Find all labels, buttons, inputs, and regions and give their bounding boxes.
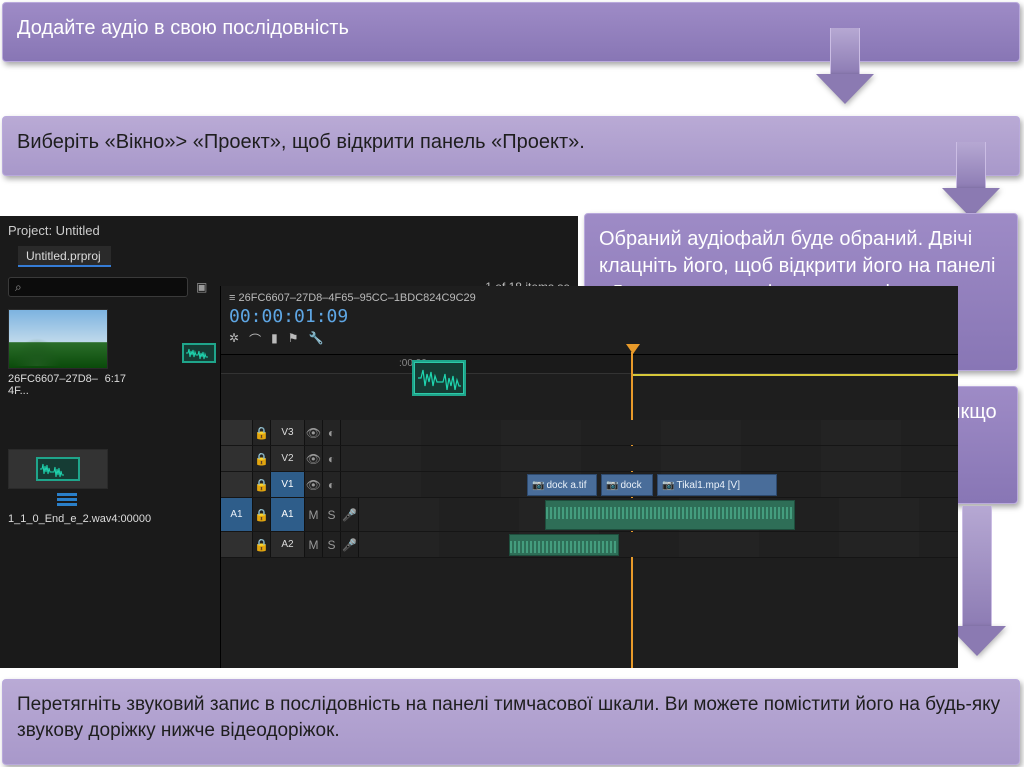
link-icon[interactable]: ⌒	[249, 331, 261, 348]
solo-icon[interactable]: S	[323, 498, 341, 531]
step-2-box: Виберіть «Вікно»> «Проект», щоб відкрити…	[2, 116, 1020, 176]
sync-lock-icon[interactable]: ◐	[323, 420, 341, 445]
step-5-box: Перетягніть звуковий запис в послідовніс…	[2, 679, 1020, 765]
clip-2-dur: 4:00000	[111, 513, 151, 525]
eye-icon[interactable]: 👁	[305, 420, 323, 445]
audio-clip-a1[interactable]	[545, 500, 795, 530]
clip-2-thumb	[8, 449, 108, 489]
lock-icon[interactable]: 🔒	[253, 420, 271, 445]
work-area-bar[interactable]	[631, 374, 958, 376]
track-label-v2[interactable]: V2	[271, 446, 305, 471]
folder-icon[interactable]: ▣	[196, 280, 207, 294]
search-input[interactable]: ⌕	[8, 277, 188, 297]
sequence-name: 26FC6607–27D8–4F65–95CC–1BDC824C9C29	[238, 292, 475, 304]
lock-icon[interactable]: 🔒	[253, 472, 271, 497]
time-ruler[interactable]: :00:00	[221, 354, 958, 374]
voiceover-icon[interactable]: 🎤	[341, 498, 359, 531]
timeline-panel: ≡ 26FC6607–27D8–4F65–95CC–1BDC824C9C29 0…	[220, 286, 958, 668]
track-label-v1[interactable]: V1	[271, 472, 305, 497]
track-content-v1[interactable]: 📷dock a.tif 📷dock 📷Tikal1.mp4 [V]	[341, 472, 958, 497]
clip-1-name: 26FC6607–27D8–4F...	[8, 373, 105, 397]
track-label-a2[interactable]: A2	[271, 532, 305, 557]
video-clip-dock2[interactable]: 📷dock	[601, 474, 653, 496]
video-clip-dock1[interactable]: 📷dock a.tif	[527, 474, 597, 496]
eye-icon[interactable]: 👁	[305, 472, 323, 497]
marker-icon[interactable]: ▮	[271, 331, 278, 348]
audio-waveform-icon	[36, 457, 80, 481]
lock-icon[interactable]: 🔒	[253, 532, 271, 557]
src-patch-v3[interactable]	[221, 420, 253, 445]
audio-waveform-icon	[182, 343, 216, 363]
track-v1: 🔒 V1 👁 ◐ 📷dock a.tif 📷dock 📷Tikal1.mp4 […	[221, 472, 958, 498]
snap-icon[interactable]: ✲	[229, 331, 239, 348]
arrow-2	[942, 142, 1000, 218]
lock-icon[interactable]: 🔒	[253, 498, 271, 531]
arrow-1	[816, 28, 874, 104]
src-patch-a1[interactable]: A1	[221, 498, 253, 531]
timeline-tool-icons: ✲ ⌒ ▮ ⚑ 🔧	[221, 331, 958, 354]
step-2-text: Виберіть «Вікно»> «Проект», щоб відкрити…	[17, 131, 585, 153]
src-patch-v2[interactable]	[221, 446, 253, 471]
eye-icon[interactable]: 👁	[305, 446, 323, 471]
video-clip-tikal[interactable]: 📷Tikal1.mp4 [V]	[657, 474, 777, 496]
track-content-v2[interactable]	[341, 446, 958, 471]
sync-lock-icon[interactable]: ◐	[323, 472, 341, 497]
track-label-v3[interactable]: V3	[271, 420, 305, 445]
clip-2[interactable]: 1_1_0_End_e_2.wav 4:00000	[8, 449, 126, 525]
track-v2: 🔒 V2 👁 ◐	[221, 446, 958, 472]
track-content-a1[interactable]	[359, 498, 958, 531]
lock-icon[interactable]: 🔒	[253, 446, 271, 471]
mute-icon[interactable]: M	[305, 498, 323, 531]
src-patch-v1[interactable]	[221, 472, 253, 497]
clip-1-dur: 6:17	[105, 373, 126, 397]
selected-audio-thumb[interactable]	[412, 360, 466, 396]
premiere-panel: Project: Untitled Untitled.prproj ⌕ ▣ 1 …	[0, 216, 578, 668]
sync-lock-icon[interactable]: ◐	[323, 446, 341, 471]
audio-clip-a2[interactable]	[509, 534, 619, 556]
track-label-a1[interactable]: A1	[271, 498, 305, 531]
track-a1: A1 🔒 A1 M S 🎤	[221, 498, 958, 532]
src-patch-a2[interactable]	[221, 532, 253, 557]
clip-1-thumb	[8, 309, 108, 369]
track-a2: 🔒 A2 M S 🎤	[221, 532, 958, 558]
sequence-icon	[57, 493, 77, 507]
project-file-tab[interactable]: Untitled.prproj	[18, 246, 111, 267]
timecode[interactable]: 00:00:01:09	[229, 306, 958, 327]
step-5-text: Перетягніть звуковий запис в послідовніс…	[17, 694, 1000, 741]
clip-1[interactable]: 26FC6607–27D8–4F... 6:17	[8, 309, 126, 397]
voiceover-icon[interactable]: 🎤	[341, 532, 359, 557]
mute-icon[interactable]: M	[305, 532, 323, 557]
project-panel-title: Project: Untitled	[0, 216, 578, 238]
track-content-v3[interactable]	[341, 420, 958, 445]
step-1-text: Додайте аудіо в свою послідовність	[17, 17, 349, 39]
settings-icon[interactable]: ⚑	[288, 331, 299, 348]
track-content-a2[interactable]	[359, 532, 958, 557]
search-icon: ⌕	[15, 280, 22, 295]
track-v3: 🔒 V3 👁 ◐	[221, 420, 958, 446]
clip-2-name: 1_1_0_End_e_2.wav	[8, 513, 111, 525]
solo-icon[interactable]: S	[323, 532, 341, 557]
wrench-icon[interactable]: 🔧	[308, 331, 323, 348]
